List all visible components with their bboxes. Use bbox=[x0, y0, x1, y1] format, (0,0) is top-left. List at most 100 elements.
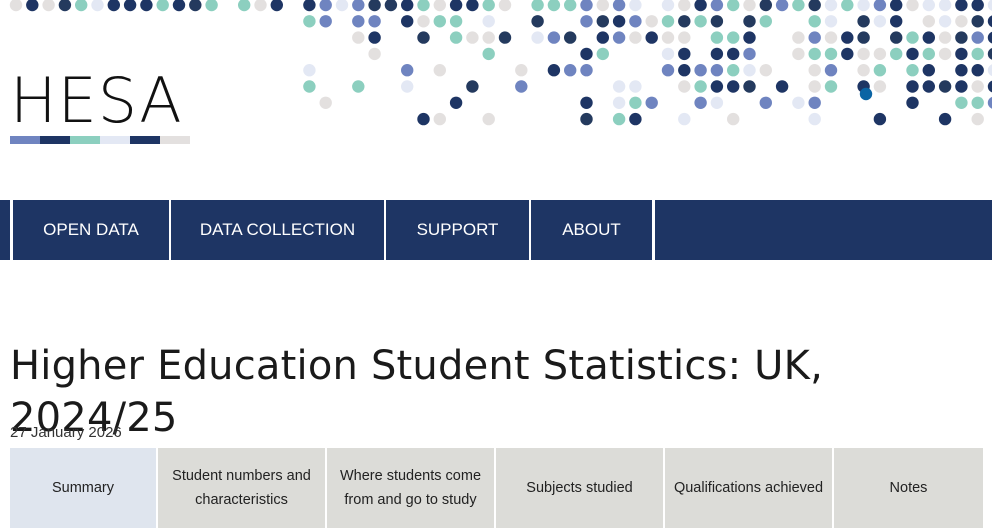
decorative-dot bbox=[694, 96, 707, 110]
decorative-dot bbox=[678, 80, 691, 93]
tab-subjects-studied[interactable]: Subjects studied bbox=[496, 448, 665, 528]
decorative-dot bbox=[645, 96, 658, 110]
decorative-dot bbox=[612, 112, 626, 126]
decorative-dot bbox=[629, 112, 642, 126]
decorative-dot bbox=[401, 63, 414, 77]
decorative-dot bbox=[759, 96, 772, 110]
hesa-logo[interactable]: HESA bbox=[10, 70, 192, 150]
decorative-dot bbox=[401, 0, 414, 12]
tab-qualifications-achieved[interactable]: Qualifications achieved bbox=[665, 448, 834, 528]
decorative-dot bbox=[938, 80, 952, 93]
decorative-dot bbox=[922, 47, 935, 61]
decorative-dot bbox=[987, 15, 992, 28]
decorative-dot bbox=[792, 0, 805, 12]
tab-student-numbers[interactable]: Student numbers and characteristics bbox=[158, 448, 327, 528]
decorative-dot bbox=[449, 31, 463, 44]
decorative-dot bbox=[971, 112, 984, 126]
decorative-dot bbox=[906, 31, 919, 44]
decorative-dot bbox=[75, 0, 88, 12]
decorative-dot bbox=[417, 31, 430, 44]
decorative-dot bbox=[661, 15, 675, 28]
decorative-dot bbox=[270, 0, 283, 12]
decorative-dot bbox=[629, 0, 642, 12]
decorative-dot bbox=[678, 112, 691, 126]
decorative-dot bbox=[140, 0, 153, 12]
decorative-dot bbox=[873, 15, 887, 28]
decorative-dot bbox=[303, 80, 316, 93]
decorative-dot bbox=[303, 0, 316, 12]
decorative-dot bbox=[841, 0, 854, 12]
decorative-dot bbox=[808, 96, 821, 110]
decorative-dot bbox=[955, 15, 968, 28]
decorative-dot bbox=[384, 0, 398, 12]
tab-where-students-study[interactable]: Where students come from and go to study bbox=[327, 448, 496, 528]
decorative-dot bbox=[482, 0, 495, 12]
decorative-dot bbox=[987, 48, 992, 60]
decorative-dot bbox=[971, 63, 984, 77]
decorative-dot bbox=[694, 0, 707, 12]
decorative-dot bbox=[482, 31, 495, 44]
decorative-dot bbox=[971, 31, 984, 44]
decorative-dot bbox=[710, 80, 724, 93]
decorative-dot bbox=[808, 0, 821, 12]
decorative-dot bbox=[612, 96, 626, 110]
decorative-dot bbox=[890, 15, 903, 28]
nav-item-about[interactable]: ABOUT bbox=[531, 200, 652, 260]
decorative-dot bbox=[401, 15, 414, 28]
decorative-dot bbox=[857, 47, 870, 61]
decorative-dot bbox=[759, 15, 772, 28]
decorative-dot bbox=[564, 63, 577, 77]
decorative-dot bbox=[922, 0, 935, 12]
decorative-dot bbox=[564, 31, 577, 44]
decorative-dot bbox=[906, 47, 919, 61]
decorative-dot bbox=[938, 31, 952, 44]
decorative-dot bbox=[580, 15, 593, 28]
decorative-dot bbox=[580, 63, 593, 77]
decorative-dot bbox=[906, 96, 919, 110]
decorative-dot bbox=[808, 63, 821, 77]
logo-color-bar bbox=[10, 136, 190, 144]
tab-summary[interactable]: Summary bbox=[10, 448, 158, 528]
nav-item-data-collection[interactable]: DATA COLLECTION bbox=[171, 200, 384, 260]
decorative-dot bbox=[515, 80, 528, 93]
decorative-dot bbox=[678, 15, 691, 28]
decorative-dot bbox=[759, 0, 772, 12]
decorative-dot bbox=[482, 15, 495, 28]
decorative-dot bbox=[466, 31, 479, 44]
decorative-dot bbox=[922, 80, 935, 93]
decorative-dot bbox=[661, 0, 675, 12]
decorative-dot bbox=[743, 80, 756, 93]
decorative-dot bbox=[906, 0, 919, 12]
decorative-dot bbox=[938, 15, 952, 28]
decorative-dot bbox=[857, 0, 870, 12]
decorative-dot bbox=[368, 0, 381, 12]
decorative-dot bbox=[596, 47, 609, 61]
decorative-dot bbox=[319, 15, 332, 28]
decorative-dot bbox=[449, 15, 463, 28]
decorative-dot bbox=[205, 0, 218, 12]
nav-item-support[interactable]: SUPPORT bbox=[386, 200, 529, 260]
decorative-dot bbox=[890, 47, 903, 61]
nav-item-open-data[interactable]: OPEN DATA bbox=[13, 200, 169, 260]
decorative-dot bbox=[629, 96, 642, 110]
decorative-dot bbox=[433, 63, 446, 77]
decorative-dot bbox=[922, 31, 935, 44]
decorative-dot bbox=[433, 112, 446, 126]
decorative-dot bbox=[890, 0, 903, 12]
decorative-dot bbox=[531, 15, 544, 28]
decorative-dot bbox=[792, 47, 805, 61]
decorative-dot bbox=[727, 31, 740, 44]
tab-notes[interactable]: Notes bbox=[834, 448, 983, 528]
decorative-dot bbox=[401, 80, 414, 93]
decorative-dot bbox=[303, 63, 316, 77]
decorative-dot bbox=[710, 96, 724, 110]
decorative-dot bbox=[368, 47, 381, 61]
decorative-dot bbox=[971, 96, 984, 110]
decorative-dot bbox=[971, 0, 984, 12]
decorative-dot bbox=[580, 47, 593, 61]
decorative-dot bbox=[449, 96, 463, 110]
decorative-dot bbox=[629, 15, 642, 28]
decorative-dot bbox=[987, 80, 992, 93]
decorative-dot bbox=[922, 15, 935, 28]
decorative-dot bbox=[873, 0, 887, 12]
